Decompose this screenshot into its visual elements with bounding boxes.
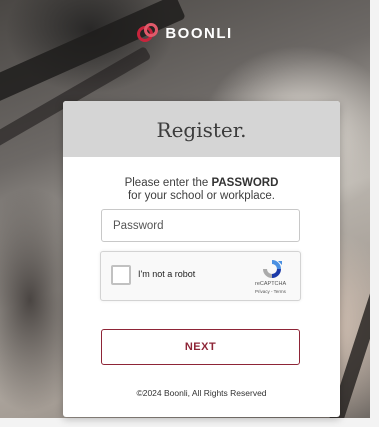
boonli-logo-icon (137, 23, 159, 42)
password-input[interactable] (101, 209, 300, 242)
recaptcha-brand: reCAPTCHA (255, 281, 287, 287)
instruction-suffix: for your school or workplace. (127, 190, 275, 202)
brand-logo: BOONLI (0, 22, 370, 44)
register-card: Register. Please enter the PASSWORD for … (63, 101, 340, 417)
instruction-emphasis: PASSWORD (211, 177, 279, 189)
recaptcha-icon (263, 260, 282, 278)
page-title: Register. (156, 118, 247, 142)
brand-name: BOONLI (165, 24, 233, 42)
recaptcha-links[interactable]: Privacy - Terms (255, 289, 286, 294)
footer-copyright: ©2024 Boonli, All Rights Reserved (136, 388, 267, 398)
instruction-text: Please enter the PASSWORD for your schoo… (63, 177, 340, 203)
card-header: Register. (63, 101, 340, 157)
window-edge (0, 418, 379, 427)
window-edge (370, 0, 379, 427)
recaptcha-checkbox[interactable] (111, 265, 131, 285)
instruction-prefix: Please enter the (124, 177, 212, 189)
recaptcha-widget: I'm not a robot reCAPTCHA Privacy - Term… (100, 251, 301, 301)
next-button[interactable]: NEXT (101, 329, 300, 365)
recaptcha-label: I'm not a robot (138, 269, 196, 279)
